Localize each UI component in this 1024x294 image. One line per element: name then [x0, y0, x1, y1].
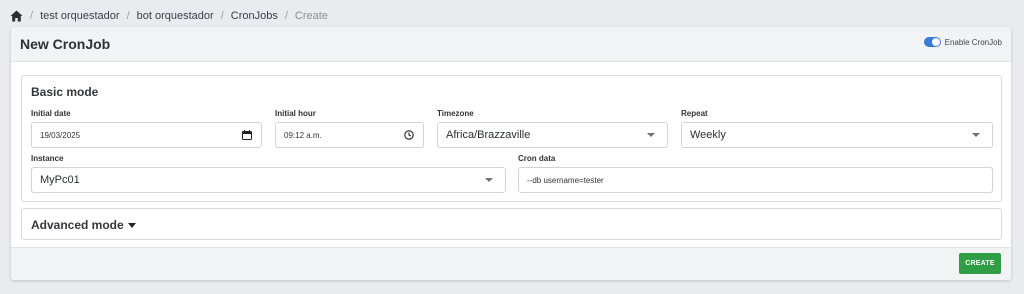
card-header: New CronJob Enable CronJob: [11, 27, 1011, 62]
breadcrumb-item-current: Create: [294, 10, 328, 22]
basic-mode-section: Basic mode Initial date 19/03/2025 Initi…: [21, 75, 1002, 202]
caret-down-icon: [127, 223, 136, 228]
initial-hour-input[interactable]: 09:12 a.m.: [275, 122, 424, 148]
toggle-knob: [931, 38, 940, 46]
initial-hour-label: Initial hour: [275, 109, 316, 118]
initial-hour-value: 09:12 a.m.: [284, 130, 322, 140]
advanced-mode-section[interactable]: Advanced mode: [21, 208, 1002, 240]
enable-cronjob-toggle-group: Enable CronJob: [923, 37, 1002, 47]
initial-date-input[interactable]: 19/03/2025: [31, 122, 262, 148]
advanced-mode-title: Advanced mode: [31, 218, 124, 232]
repeat-value: Weekly: [690, 129, 726, 141]
breadcrumb: / test orquestador / bot orquestador / C…: [10, 8, 328, 24]
breadcrumb-item-bot[interactable]: bot orquestador: [137, 10, 214, 22]
home-icon[interactable]: [10, 10, 23, 22]
breadcrumb-item-cronjobs[interactable]: CronJobs: [231, 10, 278, 22]
timezone-select[interactable]: Africa/Brazzaville: [437, 122, 668, 148]
breadcrumb-item-project[interactable]: test orquestador: [40, 10, 120, 22]
clock-icon[interactable]: [403, 129, 415, 141]
repeat-select[interactable]: Weekly: [681, 122, 993, 148]
instance-label: Instance: [31, 154, 64, 163]
repeat-label: Repeat: [681, 109, 708, 118]
cron-data-label: Cron data: [518, 154, 556, 163]
basic-mode-title: Basic mode: [31, 85, 99, 99]
chevron-down-icon: [647, 133, 655, 137]
calendar-icon[interactable]: [241, 129, 253, 141]
cron-data-value: --db username=tester: [527, 175, 604, 185]
initial-date-value: 19/03/2025: [40, 130, 81, 140]
instance-select[interactable]: MyPc01: [31, 167, 506, 193]
timezone-value: Africa/Brazzaville: [446, 129, 531, 141]
initial-date-label: Initial date: [31, 109, 71, 118]
breadcrumb-separator: /: [126, 10, 130, 22]
cron-data-input[interactable]: --db username=tester: [518, 167, 993, 193]
chevron-down-icon: [485, 178, 493, 182]
advanced-mode-toggle[interactable]: Advanced mode: [31, 218, 136, 232]
breadcrumb-separator: /: [30, 10, 34, 22]
cronjob-form-card: New CronJob Enable CronJob Basic mode In…: [11, 27, 1011, 280]
enable-cronjob-toggle[interactable]: [923, 37, 941, 47]
create-button[interactable]: CREATE: [959, 253, 1001, 274]
breadcrumb-separator: /: [220, 10, 224, 22]
enable-cronjob-label: Enable CronJob: [944, 37, 1002, 47]
card-footer: CREATE: [11, 247, 1011, 280]
instance-value: MyPc01: [40, 174, 80, 186]
breadcrumb-separator: /: [284, 10, 288, 22]
page-title: New CronJob: [20, 36, 111, 52]
timezone-label: Timezone: [437, 109, 474, 118]
chevron-down-icon: [972, 133, 980, 137]
